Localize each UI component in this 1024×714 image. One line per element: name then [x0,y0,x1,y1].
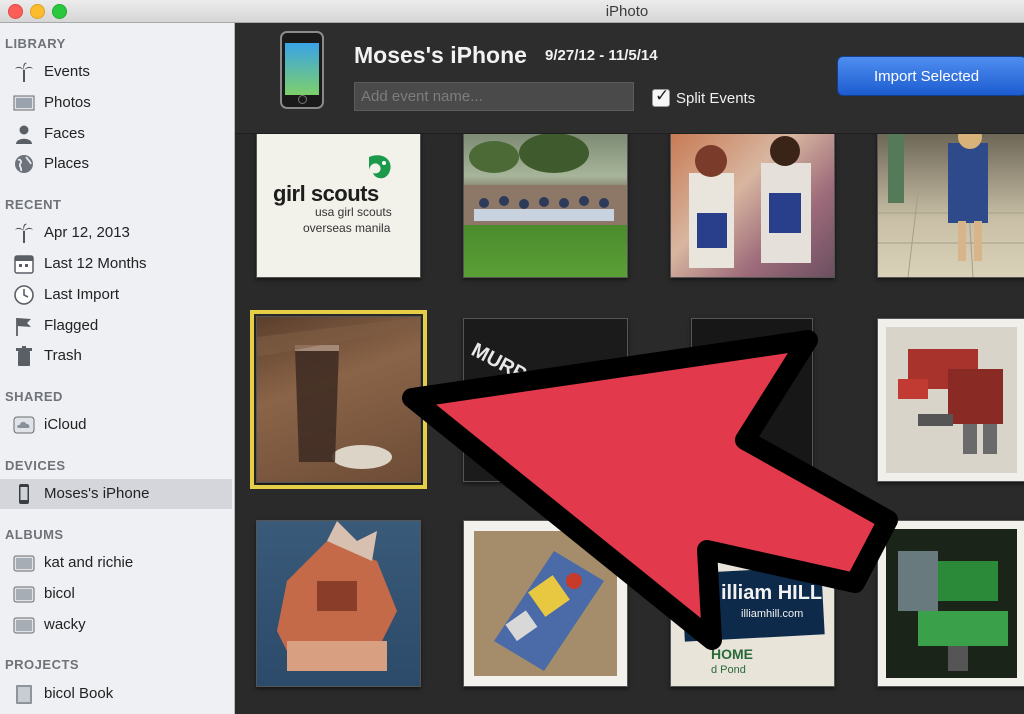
globe-icon [15,155,33,173]
photo-thumbnail[interactable] [670,134,835,278]
sidebar-item-label: Last Import [44,286,120,303]
event-name-input[interactable] [354,82,634,111]
sidebar-item-faces[interactable]: Faces [0,119,232,149]
title-bar: iPhoto [0,0,1024,23]
section-heading-shared: SHARED [5,389,63,404]
section-heading-recent: RECENT [5,197,62,212]
photo-thumbnail[interactable]: illiam HILL illiamhill.com HOME d Pond [670,559,835,687]
photo-thumbnail[interactable] [463,134,628,278]
sidebar-item-kat-and-richie[interactable]: kat and richie [0,548,232,578]
photo-caption-line: illiamhill.com [741,608,804,620]
sidebar-item-last-12-months[interactable]: Last 12 Months [0,249,232,279]
date-range: 9/27/12 - 11/5/14 [545,47,658,64]
clock-icon [14,285,34,305]
sidebar-item-label: bicol [44,585,75,602]
flag-icon [16,318,31,336]
device-name: Moses's iPhone [354,42,527,68]
lego-robot-green-image [886,529,1017,678]
photo-caption-line: MURP [467,339,530,387]
section-heading-projects: PROJECTS [5,657,80,672]
palm-tree-icon [15,62,33,82]
sidebar-item-wacky[interactable]: wacky [0,610,232,640]
photo-caption-line: HOME [711,646,753,662]
iphone-device-icon [280,31,324,109]
sidebar-item-label: Photos [44,94,91,111]
sidebar-item-label: bicol Book [44,685,114,702]
photo-caption-line: overseas manila [303,221,391,235]
icloud-icon [13,416,35,434]
photo-thumbnail[interactable] [463,520,628,687]
photo-thumbnail[interactable]: INERS [691,318,813,482]
photo-thumbnail[interactable]: MURP [463,318,628,482]
photo-caption-line: girl scouts [273,181,379,206]
sidebar-item-bicol-book[interactable]: bicol Book [0,679,232,709]
sidebar-item-label: Moses's iPhone [44,485,150,502]
album-icon [13,586,35,603]
photo-thumbnail[interactable] [877,134,1024,278]
sidebar-item-label: kat and richie [44,554,134,571]
sidebar-item-places[interactable]: Places [0,149,232,179]
sidebar-item-label: Flagged [44,317,99,334]
iced-drink-image [257,317,420,469]
sidebar-item-label: wacky [44,616,86,633]
girl-on-tiled-floor-image [878,134,1024,277]
robot-toy-image [886,327,1017,473]
sidebar-item-flagged[interactable]: Flagged [0,311,232,341]
sidebar-item-photos[interactable]: Photos [0,88,232,118]
sidebar-item-last-import[interactable]: Last Import [0,280,232,310]
sidebar-item-label: Trash [44,347,82,364]
calendar-icon [14,255,34,274]
iphone-icon [19,484,29,504]
sidebar-item-events[interactable]: Events [0,57,232,87]
photo-thumbnail[interactable] [256,520,421,687]
palm-tree-icon [15,223,33,243]
sidebar: LIBRARY Events Photos Faces Places RECEN… [0,23,235,714]
trash-icon [16,346,32,366]
sidebar-item-bicol[interactable]: bicol [0,579,232,609]
sidebar-item-label: Events [44,63,90,80]
split-events-checkbox[interactable]: ✓ [652,86,670,107]
sidebar-item-label: Places [44,155,90,172]
photo-caption-line: usa girl scouts [315,205,392,219]
photo-caption-line: d Pond [711,664,746,676]
window-title: iPhoto [605,3,649,20]
photo-thumbnail[interactable] [877,520,1024,687]
import-header: Moses's iPhone 9/27/12 - 11/5/14 ✓ Split… [235,23,1024,134]
photo-grid: girl scouts usa girl scouts overseas man… [235,134,1024,714]
lego-creature-image [277,521,397,671]
photo-thumbnail[interactable] [250,310,427,489]
photos-icon [13,95,35,111]
girls-in-uniform-image [689,136,811,268]
checkmark-icon: ✓ [655,86,670,105]
sidebar-item-label: Last 12 Months [44,255,147,272]
section-heading-library: LIBRARY [5,36,66,51]
split-events-label: Split Events [676,90,756,107]
sidebar-item-apr-12-2013[interactable]: Apr 12, 2013 [0,218,232,248]
album-icon [13,555,35,572]
album-icon [13,617,35,634]
book-icon [16,685,32,704]
sidebar-item-trash[interactable]: Trash [0,341,232,371]
sidebar-item-moses-iphone[interactable]: Moses's iPhone [0,479,232,509]
section-heading-albums: ALBUMS [5,527,64,542]
photo-caption-line: illiam HILL [721,582,823,604]
sidebar-item-label: Faces [44,125,85,142]
group-on-field-image [464,134,627,225]
import-selected-button[interactable]: Import Selected [837,56,1024,96]
person-icon [16,125,32,144]
section-heading-devices: DEVICES [5,458,66,473]
photo-caption-line: INERS [726,405,759,457]
sidebar-item-label: iCloud [44,416,87,433]
photo-thumbnail[interactable]: girl scouts usa girl scouts overseas man… [256,134,421,278]
toy-figure-image [474,531,617,676]
photo-thumbnail[interactable] [877,318,1024,482]
sidebar-item-icloud[interactable]: iCloud [0,410,232,440]
sidebar-item-label: Apr 12, 2013 [44,224,130,241]
